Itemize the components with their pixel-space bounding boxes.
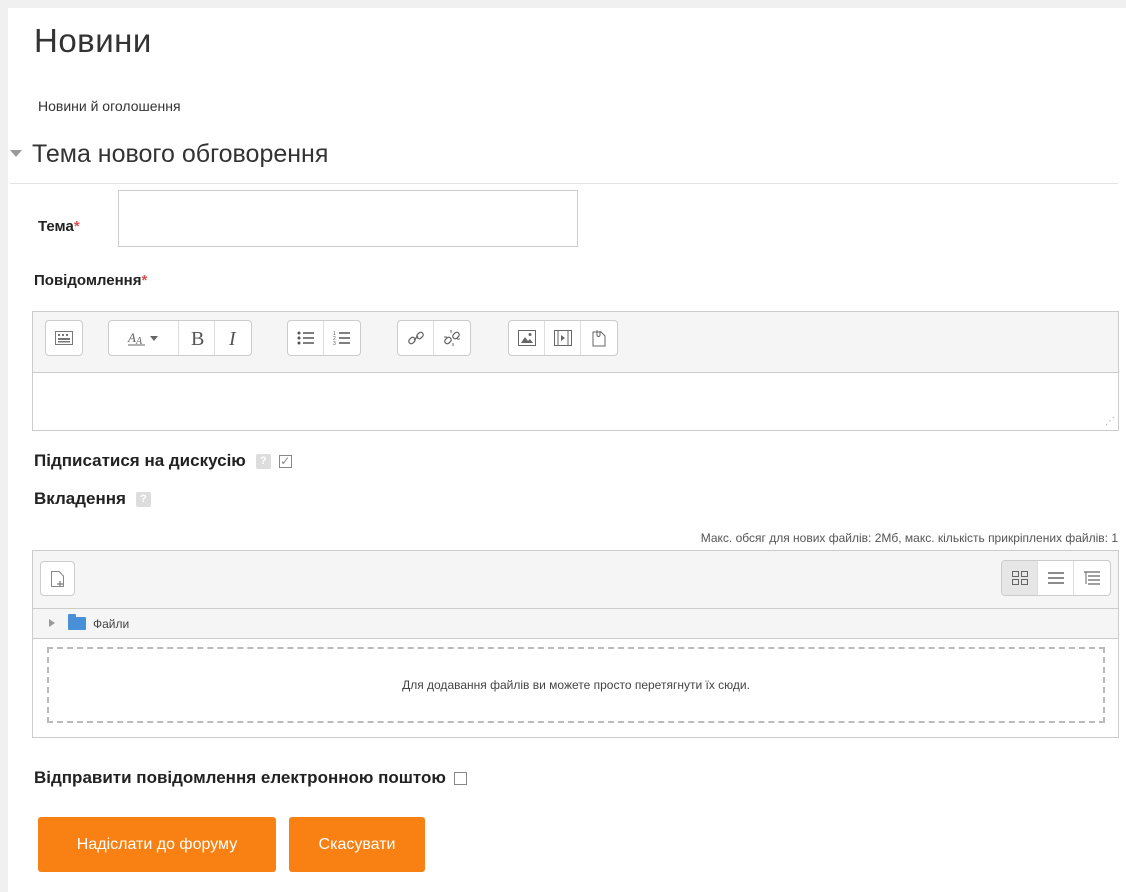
italic-icon[interactable]: I: [215, 321, 251, 355]
message-label: Повідомлення*: [34, 272, 147, 289]
page-left-border: [0, 0, 8, 892]
required-marker: *: [73, 218, 80, 235]
message-textarea[interactable]: ⋰: [33, 373, 1118, 430]
unlink-icon[interactable]: [434, 321, 470, 355]
svg-text:B: B: [191, 328, 204, 348]
cancel-button[interactable]: Скасувати: [289, 817, 425, 872]
topic-input[interactable]: [118, 190, 578, 247]
resize-grip-icon[interactable]: ⋰: [1105, 417, 1115, 427]
topic-label: Тема*: [38, 218, 80, 235]
file-manager-toolbar: [33, 551, 1118, 609]
image-icon[interactable]: [509, 321, 545, 355]
svg-text:A: A: [127, 330, 136, 345]
help-icon[interactable]: ?: [135, 491, 151, 507]
list-view-icon[interactable]: [1038, 561, 1074, 595]
file-path-bar: Файли: [33, 609, 1118, 639]
subscribe-checkbox[interactable]: ✓: [278, 454, 292, 468]
svg-text:I: I: [228, 328, 237, 348]
attachments-row: Вкладення ?: [34, 489, 151, 509]
toolbar-group-5: [508, 320, 618, 356]
drop-zone-text: Для додавання файлів ви можете просто пе…: [402, 678, 750, 692]
file-manager: Файли Для додавання файлів ви можете про…: [32, 550, 1119, 738]
section-title: Тема нового обговорення: [32, 140, 329, 168]
collapse-triangle-icon[interactable]: [10, 150, 22, 157]
help-icon[interactable]: ?: [255, 453, 271, 469]
svg-text:3: 3: [333, 341, 336, 346]
subscribe-row: Підписатися на дискусію ? ✓: [34, 451, 292, 471]
email-label: Відправити повідомлення електронною пошт…: [34, 768, 446, 787]
page-top-border: [8, 0, 1126, 8]
topic-label-text: Тема: [38, 218, 74, 235]
add-file-icon: [50, 570, 64, 587]
email-checkbox[interactable]: [453, 771, 467, 785]
message-label-text: Повідомлення: [34, 272, 142, 289]
add-file-button[interactable]: [40, 561, 75, 596]
file-limits-text: Макс. обсяг для нових файлів: 2Мб, макс.…: [700, 531, 1118, 545]
post-to-forum-button[interactable]: Надіслати до форуму: [38, 817, 276, 872]
view-switcher: [1001, 560, 1111, 596]
bold-icon[interactable]: B: [179, 321, 215, 355]
expand-arrow-icon[interactable]: [49, 619, 55, 627]
file-drop-zone[interactable]: Для додавання файлів ви можете просто пе…: [47, 647, 1105, 723]
section-header[interactable]: Тема нового обговорення: [10, 138, 1118, 184]
page-title: Новини: [34, 22, 152, 59]
keyboard-icon[interactable]: [46, 321, 82, 355]
forum-intro: Новини й оголошення: [38, 98, 181, 114]
folder-label[interactable]: Файли: [93, 617, 129, 631]
manage-files-icon[interactable]: [581, 321, 617, 355]
required-marker: *: [141, 272, 148, 289]
icons-view-icon[interactable]: [1002, 561, 1038, 595]
toolbar-group-4: [397, 320, 471, 356]
media-icon[interactable]: [545, 321, 581, 355]
tree-view-icon[interactable]: [1074, 561, 1110, 595]
toolbar-group-1: [45, 320, 83, 356]
link-icon[interactable]: [398, 321, 434, 355]
toolbar-group-2: AA B I: [108, 320, 252, 356]
bullet-list-icon[interactable]: [288, 321, 324, 355]
editor-toolbar: AA B I 123: [33, 312, 1118, 373]
folder-icon: [68, 614, 86, 630]
message-editor: AA B I 123 ⋰: [32, 311, 1119, 431]
toolbar-group-3: 123: [287, 320, 361, 356]
email-row: Відправити повідомлення електронною пошт…: [34, 768, 467, 788]
attachments-label: Вкладення: [34, 489, 126, 508]
subscribe-label: Підписатися на дискусію: [34, 451, 246, 470]
font-style-dropdown-icon[interactable]: AA: [109, 321, 179, 355]
numbered-list-icon[interactable]: 123: [324, 321, 360, 355]
